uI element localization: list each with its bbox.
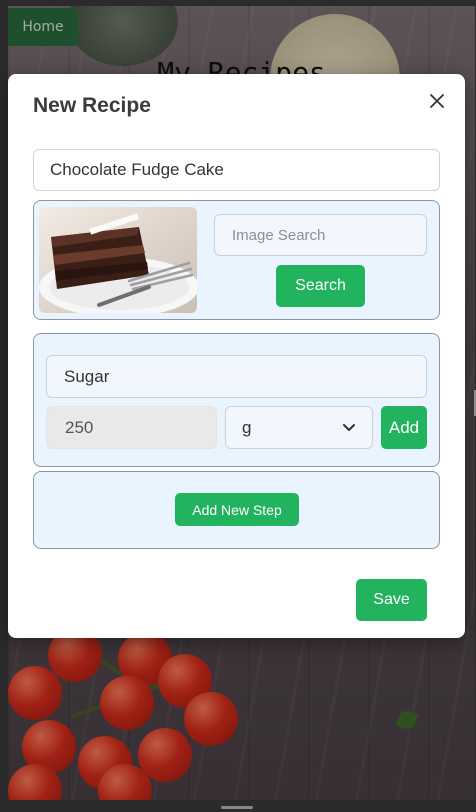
image-panel: Search bbox=[33, 200, 440, 320]
close-icon bbox=[430, 94, 444, 108]
close-button[interactable] bbox=[426, 90, 448, 112]
recipe-photo bbox=[39, 207, 197, 313]
steps-panel: Add New Step bbox=[33, 471, 440, 549]
chevron-down-icon bbox=[343, 423, 355, 431]
add-new-step-button[interactable]: Add New Step bbox=[175, 493, 299, 526]
image-search-input[interactable] bbox=[214, 214, 427, 256]
unit-select[interactable]: g bbox=[225, 406, 373, 449]
search-button[interactable]: Search bbox=[276, 265, 365, 307]
save-button[interactable]: Save bbox=[356, 579, 427, 621]
resize-handle[interactable] bbox=[221, 806, 253, 809]
add-ingredient-button[interactable]: Add bbox=[381, 406, 427, 449]
ingredient-name-input[interactable] bbox=[46, 355, 427, 398]
modal-title: New Recipe bbox=[33, 94, 151, 117]
ingredient-quantity-input[interactable] bbox=[46, 406, 217, 449]
ingredient-panel: g Add bbox=[33, 333, 440, 467]
recipe-name-input[interactable] bbox=[33, 149, 440, 191]
new-recipe-modal: New Recipe Chocolate Fudge Cake Image Se… bbox=[8, 74, 465, 638]
unit-selected-value: g bbox=[242, 417, 252, 437]
